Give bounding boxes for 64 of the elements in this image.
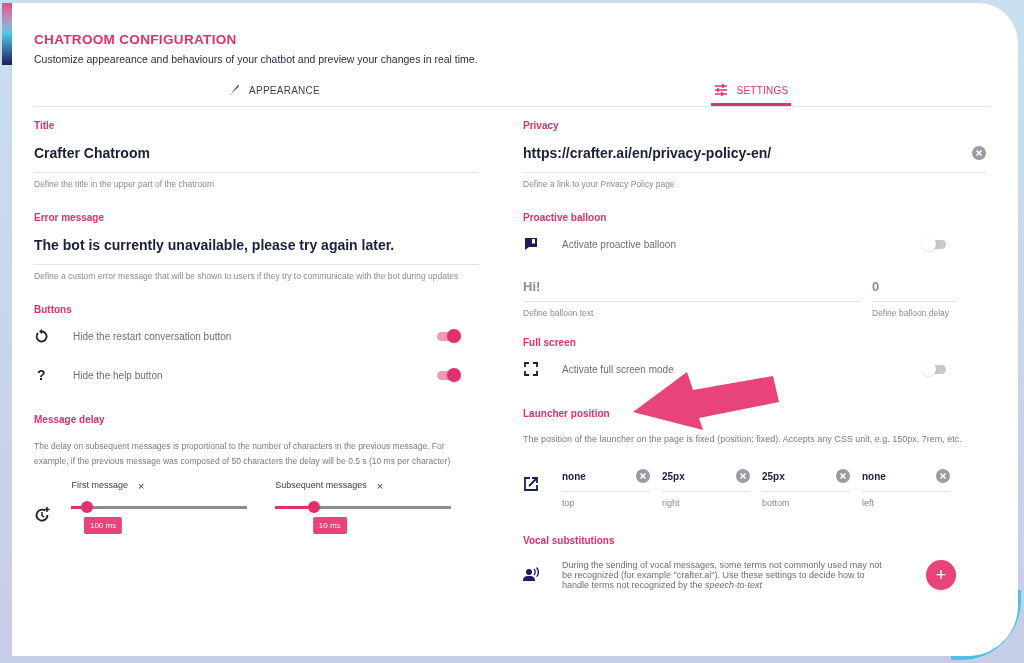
section-label: Title [34,118,56,133]
clear-icon[interactable] [836,469,850,484]
page-title: CHATROOM CONFIGURATION [34,31,238,49]
sliders-icon [713,82,730,99]
speaking-person-icon [523,566,539,583]
helper-text: Define a link to your Privacy Policy page [523,178,676,189]
section-label: Proactive balloon [523,210,608,225]
section-label: Vocal substitutions [523,533,616,548]
remove-button[interactable]: × [376,479,384,492]
helper-text: right [662,497,681,508]
input-field[interactable]: none [862,461,950,492]
input-field[interactable]: 25px [662,461,750,492]
section-label: Full screen [523,335,577,350]
input-field[interactable]: 25px [762,461,850,492]
input-field[interactable]: https://crafter.ai/en/privacy-policy-en/ [523,134,986,173]
clear-icon[interactable] [636,469,650,484]
external-link-icon [523,475,539,492]
input-field[interactable]: Hi! [523,271,860,302]
tab[interactable]: SETTINGS [711,77,791,106]
clear-icon[interactable] [936,469,950,484]
toggle-label: Hide the restart conversation button [73,329,233,344]
helper-text: Define balloon delay [872,307,951,318]
toggle-switch[interactable] [922,236,948,253]
helper-text: Define a custom error message that will be shown to users if they try to communicate with the bot during updates [34,270,460,281]
section-label: Launcher position [523,406,611,421]
section-label: Message delay [34,412,106,427]
helper-text: top [562,497,576,508]
section-label: Buttons [34,302,73,317]
input-field[interactable]: Crafter Chatroom [34,134,479,173]
slider-label: First message [71,478,128,492]
toggle-switch[interactable] [922,361,948,378]
helper-text: Define balloon text [523,307,595,318]
remove-button[interactable]: × [137,479,145,492]
page-subtitle: Customize appeareance and behaviours of your chatbot and preview your changes in real time. [34,52,479,67]
input-field[interactable]: none [562,461,650,492]
slider-thumb[interactable] [307,501,320,514]
section-label: Error message [34,210,106,225]
timer-icon [34,506,50,523]
helper-text: left [862,497,875,508]
helper-text: bottom [762,497,791,508]
question-mark-icon: ? [34,364,46,386]
clear-icon[interactable] [972,146,986,161]
section-label: Privacy [523,118,560,133]
description-text: During the sending of vocal messages, some terms not commonly used may not be recognized (for example "crafter.ai"). Use these settings to decide how to handle terms not recognized by the speech-to-text [562,559,883,590]
add-button[interactable]: + [926,559,956,590]
toggle-label: Activate proactive balloon [562,237,677,252]
fullscreen-icon [523,361,539,378]
clear-icon[interactable] [736,469,750,484]
helper-text: The position of the launcher on the page is fixed (position: fixed). Accepts any CSS unit, e.g. 150px, 7rem, etc. [523,432,963,446]
value-bubble: 100 ms [83,517,123,535]
slider-thumb[interactable] [81,501,94,514]
toggle-switch[interactable] [435,367,461,384]
tab[interactable]: APPEARANCE [224,77,322,106]
restart-icon [34,328,50,345]
toggle-switch[interactable] [435,328,461,345]
toggle-label: Hide the help button [73,368,164,383]
helper-text: Define the title in the upper part of the chatroom [34,178,216,189]
toggle-label: Activate full screen mode [562,362,675,377]
chat-bubble-icon [523,236,539,253]
value-bubble: 10 ms [312,517,347,535]
helper-text: The delay on subsequent messages is proportional to the number of characters in the previous message. For example, if the previous message was composed of 50 characters the delay will be 0.5 s (10 ms per character) [34,439,452,468]
input-field[interactable]: 0 [872,271,956,302]
input-field[interactable]: The bot is currently unavailable, please try again later. [34,226,479,265]
slider-label: Subsequent messages [275,478,367,492]
